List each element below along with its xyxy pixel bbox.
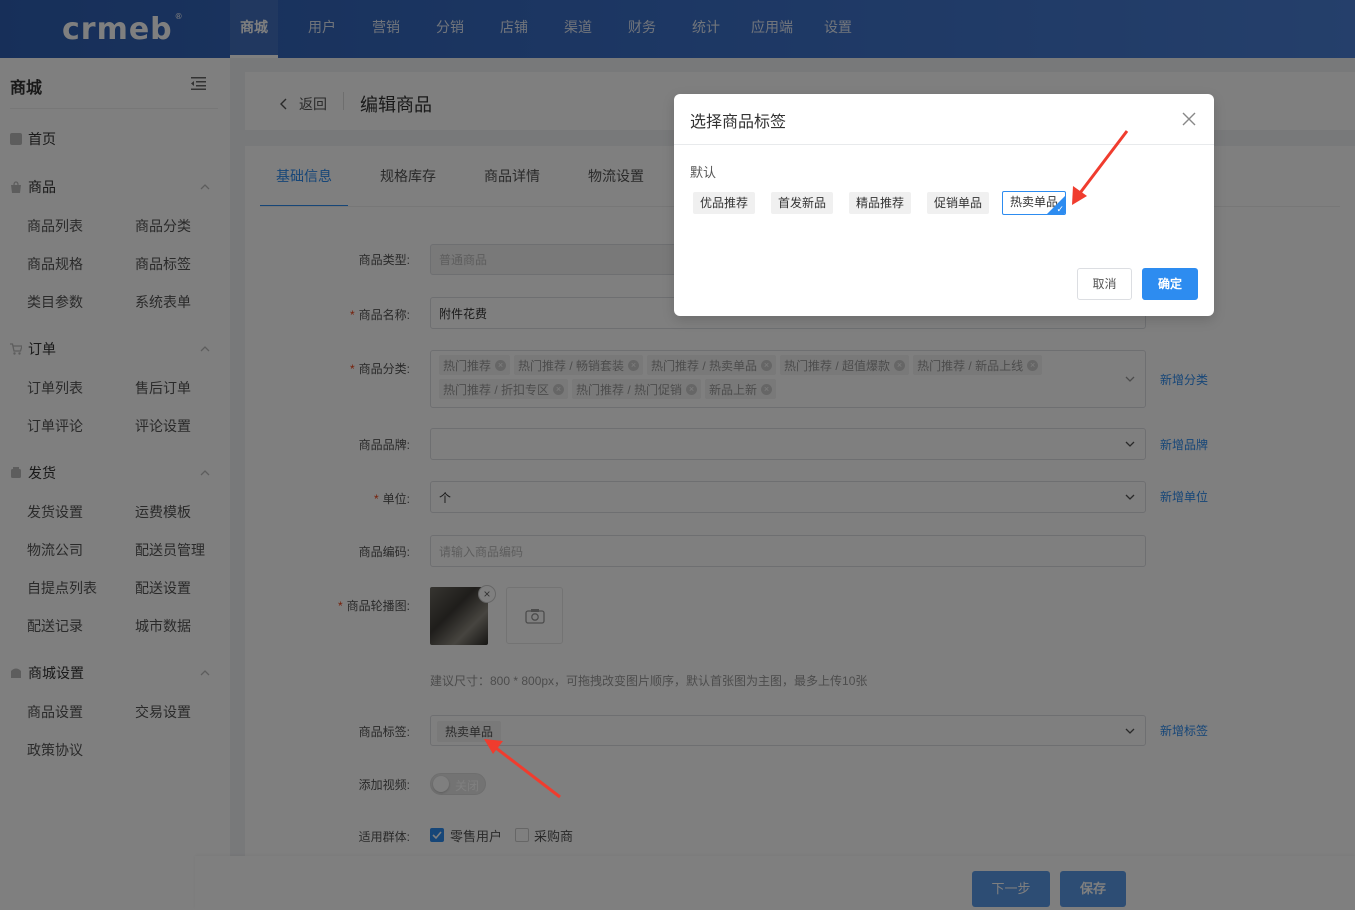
confirm-button[interactable]: 确定 [1142, 268, 1198, 300]
modal-title: 选择商品标签 [690, 114, 787, 131]
tag-option[interactable]: 促销单品 [927, 192, 990, 214]
close-icon[interactable] [1182, 112, 1196, 126]
tag-option-selected[interactable]: 热卖单品 ✓ [1002, 191, 1067, 215]
select-tags-modal: 选择商品标签 默认 优品推荐 首发新品 精品推荐 促销单品 热卖单品 ✓ 取消 … [674, 94, 1214, 316]
check-icon: ✓ [1056, 204, 1065, 214]
tag-option[interactable]: 优品推荐 [693, 192, 756, 214]
tag-option[interactable]: 精品推荐 [849, 192, 912, 214]
tag-option[interactable]: 首发新品 [771, 192, 834, 214]
modal-divider [674, 144, 1214, 145]
cancel-button[interactable]: 取消 [1077, 268, 1132, 300]
tag-group-label: 默认 [690, 165, 717, 180]
